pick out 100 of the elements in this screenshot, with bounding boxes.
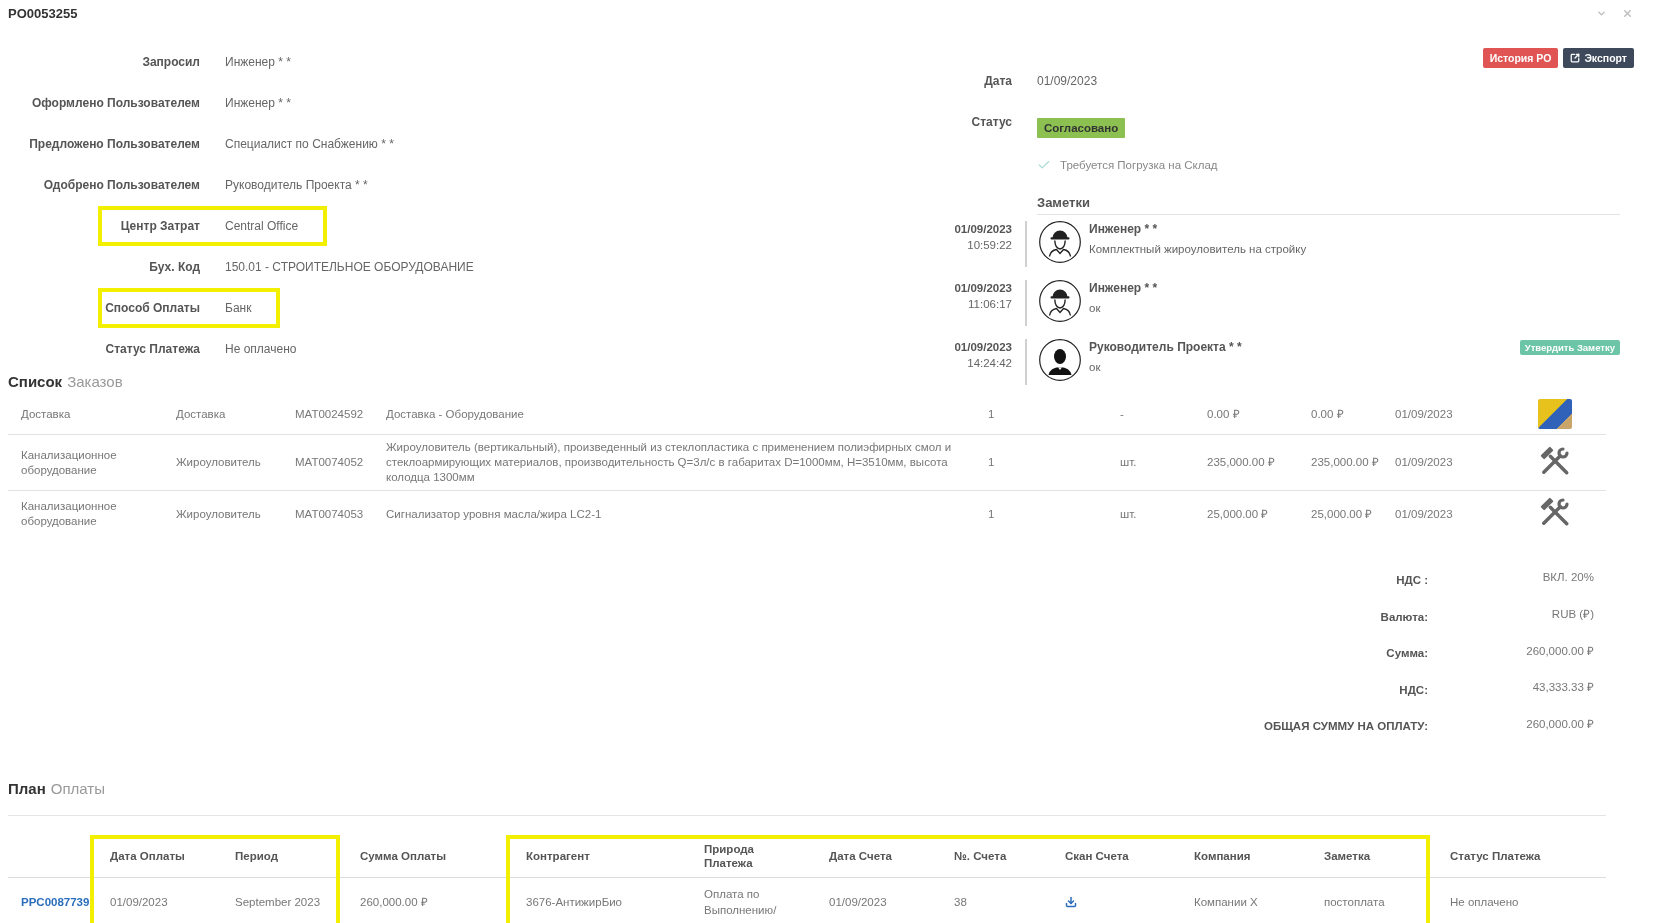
download-icon[interactable]	[1065, 896, 1077, 908]
payment-link[interactable]: PPC0087739	[21, 894, 90, 910]
field-label: Бух. Код	[148, 258, 200, 275]
table-cell-text: 235,000.00 ₽	[1207, 455, 1276, 470]
total-value: 43,333.33 ₽	[1531, 680, 1594, 696]
worker-avatar-icon	[1039, 280, 1081, 322]
field-label: Способ Оплаты	[104, 299, 200, 316]
total-label: НДС :	[1395, 574, 1428, 587]
chevron-down-icon[interactable]	[1596, 8, 1607, 19]
field-label: Оформлено Пользователем	[30, 94, 200, 111]
note-text: ок	[1089, 301, 1102, 316]
table-cell-text: 0.00 ₽	[1311, 406, 1345, 422]
table-cell-text: Жироуловитель (вертикальный), произведенный из стеклопластика с применением полиэфирных смол и стеклоармирующих материалов, производительность Q=3л/с в габаритах D=1000мм, H=3510мм, высота колодца 1300мм	[386, 440, 953, 485]
notes-title: Заметки	[1037, 194, 1090, 210]
note-author: Инженер * *	[1089, 280, 1158, 296]
field-value: Руководитель Проекта * *	[225, 176, 368, 193]
field-value: Central Office	[225, 217, 299, 234]
table-cell-text: 0.00 ₽	[1207, 406, 1241, 422]
note-text: ок	[1089, 360, 1102, 375]
section-subtitle: Оплаты	[50, 780, 105, 798]
table-cell-text: Канализационное оборудование	[20, 499, 118, 529]
table-cell-text: Канализационное оборудование	[20, 447, 118, 478]
column-header: №. Счета	[934, 834, 1045, 878]
field-label: Запросил	[141, 53, 200, 70]
table-cell-text: -	[1120, 406, 1125, 422]
checkbox-label: Требуется Погрузка на Склад	[1060, 159, 1218, 171]
table-cell-text: 1	[988, 455, 996, 470]
field-value: 01/09/2023	[1037, 73, 1098, 89]
table-cell-text: 3676-АнтижирБио	[525, 895, 623, 910]
table-cell-text: MAT0024592	[295, 406, 365, 422]
section-title: План	[8, 780, 46, 798]
status-badge: Согласовано	[1037, 118, 1126, 138]
column-header: Дата Счета	[809, 834, 934, 878]
column-header: Природа Платежа	[684, 834, 809, 878]
note-date: 01/09/2023	[953, 222, 1012, 237]
export-button[interactable]: Экспорт	[1563, 48, 1634, 68]
box-arrow-icon	[1570, 53, 1581, 63]
total-value: RUB (₽)	[1550, 607, 1594, 623]
section-title: Список	[8, 372, 63, 391]
table-cell-text: Компании X	[1193, 895, 1259, 910]
field-label: Статус	[970, 114, 1012, 130]
total-label: Сумма:	[1385, 647, 1428, 660]
table-cell-text: 01/09/2023	[109, 895, 169, 910]
column-header: Статус Платежа	[1430, 834, 1606, 878]
note-time: 14:24:42	[966, 356, 1012, 371]
field-value: 150.01 - СТРОИТЕЛЬНОЕ ОБОРУДОВАНИЕ	[225, 258, 474, 275]
table-cell-text: 1	[988, 506, 996, 522]
total-value: 260,000.00 ₽	[1525, 716, 1594, 732]
table-cell-text: шт.	[1120, 455, 1138, 470]
table-cell-text: 38	[953, 895, 968, 910]
table-cell-text: September 2023	[234, 895, 322, 910]
total-label: ОБЩАЯ СУММУ НА ОПЛАТУ:	[1263, 720, 1428, 733]
total-value: ВКЛ. 20%	[1541, 571, 1594, 586]
column-header: Период	[215, 834, 340, 878]
note-author: Инженер * *	[1089, 221, 1159, 237]
section-subtitle: Заказов	[67, 372, 123, 391]
person-avatar-icon	[1039, 339, 1081, 381]
photo-placeholder	[1538, 399, 1572, 429]
field-label: Одобрено Пользователем	[42, 176, 200, 193]
column-header: Дата Оплаты	[90, 834, 215, 878]
column-header: Скан Счета	[1045, 834, 1174, 878]
table-cell-text: Оплата по Выполнению/	[703, 887, 778, 918]
table-cell-text: Жироуловитель	[176, 455, 262, 470]
field-label: Центр Затрат	[119, 217, 200, 234]
table-cell-text: 01/09/2023	[1395, 455, 1454, 470]
note-date: 01/09/2023	[953, 281, 1012, 296]
table-cell-text: Не оплачено	[1449, 895, 1520, 910]
note-date: 01/09/2023	[953, 340, 1012, 355]
field-value: Не оплачено	[225, 340, 297, 357]
table-cell-text: MAT0074052	[295, 455, 365, 470]
table-cell-text: Доставка - Оборудование	[386, 406, 525, 422]
table-cell-text: 1	[988, 406, 996, 422]
note-author: Руководитель Проекта * *	[1089, 339, 1242, 355]
history-button[interactable]: История РО	[1482, 48, 1559, 68]
column-header: Компания	[1174, 834, 1304, 878]
field-label: Дата	[983, 73, 1012, 89]
total-label: Валюта:	[1379, 610, 1428, 623]
worker-avatar-icon	[1039, 221, 1081, 263]
column-header: Заметка	[1304, 834, 1430, 878]
table-cell-text: 01/09/2023	[1395, 406, 1454, 422]
column-header: Контрагент	[506, 834, 684, 878]
note-time: 10:59:22	[966, 238, 1012, 253]
table-cell-text: MAT0074053	[295, 506, 365, 522]
table-cell-text: 235,000.00 ₽	[1311, 455, 1380, 470]
table-cell-text: Доставка	[20, 406, 72, 422]
field-label: Статус Платежа	[104, 340, 200, 357]
table-cell-text: 25,000.00 ₽	[1311, 506, 1374, 522]
table-cell-text: Доставка	[176, 406, 227, 422]
column-header: Сумма Оплаты	[340, 834, 506, 878]
table-cell-text: шт.	[1120, 506, 1138, 522]
table-cell-text: 01/09/2023	[828, 895, 888, 910]
field-value: Инженер * *	[225, 53, 291, 70]
note-time: 11:06:17	[967, 297, 1012, 312]
table-cell-text: 01/09/2023	[1395, 506, 1454, 522]
field-value: Инженер * *	[225, 94, 291, 111]
table-cell-text: Сигнализатор уровня масла/жира LC2-1	[386, 506, 603, 522]
window-title: PO0053255	[8, 6, 78, 22]
close-icon[interactable]	[1622, 8, 1633, 19]
table-cell-text: 260,000.00 ₽	[359, 895, 429, 910]
field-label: Предложено Пользователем	[28, 135, 200, 152]
